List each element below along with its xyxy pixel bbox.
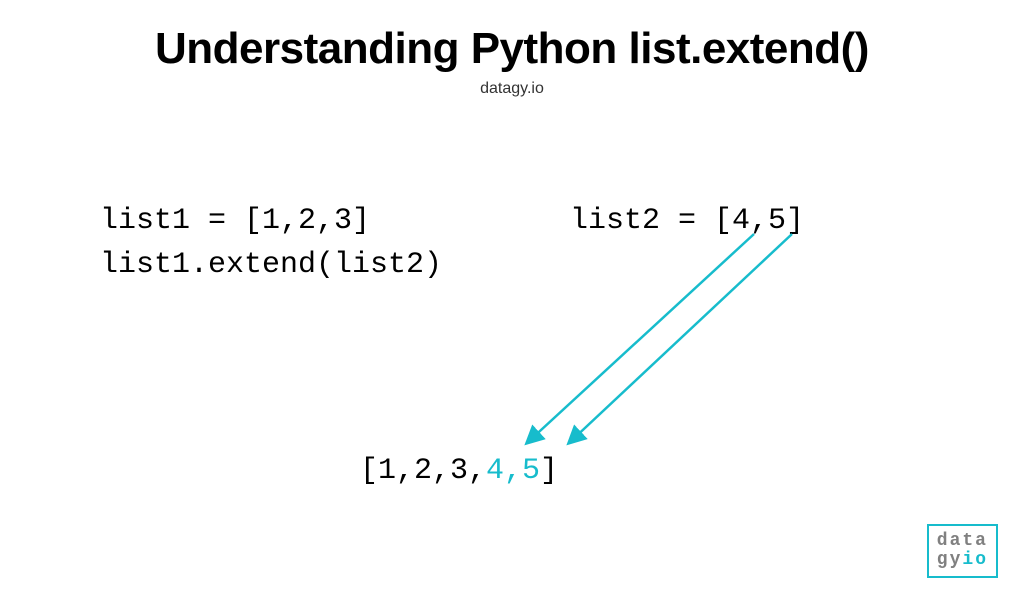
result-list: [1,2,3,4,5] <box>360 454 558 488</box>
code-extend-call: list1.extend(list2) <box>100 248 442 282</box>
subtitle: datagy.io <box>0 80 1024 98</box>
code-list2-declaration: list2 = [4,5] <box>570 204 804 238</box>
result-prefix: [1,2,3, <box>360 454 486 488</box>
page-title: Understanding Python list.extend() <box>0 24 1024 74</box>
result-suffix: ] <box>540 454 558 488</box>
result-extended-values: 4,5 <box>486 454 540 488</box>
arrow-diagram <box>430 224 830 474</box>
logo-line2: gyio <box>937 551 988 570</box>
logo: data gyio <box>927 524 998 578</box>
logo-line1: data <box>937 532 988 551</box>
code-list1-declaration: list1 = [1,2,3] <box>100 204 370 238</box>
